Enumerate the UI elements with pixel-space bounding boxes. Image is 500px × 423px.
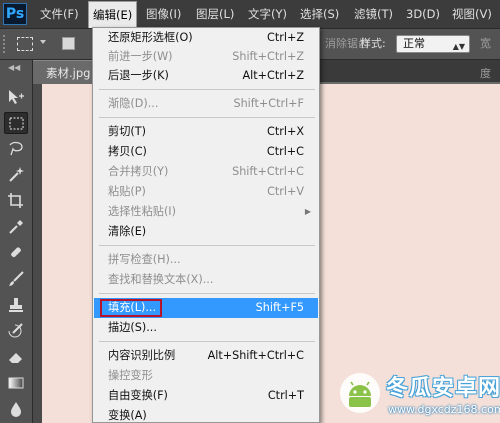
menu-item-step-forward[interactable]: 前进一步(W) Shift+Ctrl+Z: [94, 47, 318, 67]
style-select[interactable]: 正常 ▲▼: [396, 35, 470, 53]
updown-arrow-icon: ▲▼: [452, 42, 465, 51]
new-selection-icon[interactable]: [62, 37, 75, 50]
menu-select[interactable]: 选择(S): [300, 0, 339, 28]
brush-tool-icon[interactable]: [4, 268, 28, 290]
blur-tool-icon[interactable]: [4, 398, 28, 420]
menu-item-copy[interactable]: 拷贝(C) Ctrl+C: [94, 142, 318, 162]
gradient-tool-icon[interactable]: [4, 372, 28, 394]
style-label: 样式:: [360, 37, 386, 50]
menu-image[interactable]: 图像(I): [146, 0, 181, 28]
watermark-url: www.dgxcdz168.com: [388, 403, 500, 416]
menu-separator: [99, 293, 315, 294]
menu-file[interactable]: 文件(F): [40, 0, 79, 28]
menu-item-spell-check[interactable]: 拼写检查(H)...: [94, 250, 318, 270]
menu-view[interactable]: 视图(V): [452, 0, 492, 28]
menu-separator: [99, 341, 315, 342]
watermark-title: 冬瓜安卓网: [386, 376, 500, 401]
rectangular-marquee-tool-icon[interactable]: [4, 112, 28, 134]
history-brush-tool-icon[interactable]: [4, 320, 28, 342]
document-tab-label: 素材.jpg: [46, 66, 91, 80]
menu-item-content-aware-scale[interactable]: 内容识别比例 Alt+Shift+Ctrl+C: [94, 346, 318, 366]
panel-collapse-icon[interactable]: ◀◀: [8, 63, 20, 72]
document-tab[interactable]: 素材.jpg: [33, 60, 93, 83]
site-watermark: 冬瓜安卓网 www.dgxcdz168.com: [338, 368, 500, 423]
android-logo-icon: [340, 373, 380, 413]
tools-panel: ◀◀: [0, 60, 33, 423]
healing-brush-tool-icon[interactable]: [4, 242, 28, 264]
menu-item-find-replace[interactable]: 查找和替换文本(X)...: [94, 270, 318, 290]
menu-item-step-backward[interactable]: 后退一步(K) Alt+Ctrl+Z: [94, 66, 318, 86]
menu-item-stroke[interactable]: 描边(S)...: [94, 318, 318, 338]
vertical-ruler: [33, 84, 42, 423]
marquee-preset-icon[interactable]: [17, 37, 33, 51]
edit-menu-dropdown: 还原矩形选框(O) Ctrl+Z 前进一步(W) Shift+Ctrl+Z 后退…: [92, 27, 320, 423]
menu-item-undo[interactable]: 还原矩形选框(O) Ctrl+Z: [94, 28, 318, 48]
photoshop-logo: Ps: [3, 3, 27, 25]
menu-item-clear[interactable]: 清除(E): [94, 222, 318, 242]
eraser-tool-icon[interactable]: [4, 346, 28, 368]
menu-item-cut[interactable]: 剪切(T) Ctrl+X: [94, 122, 318, 142]
menu-item-paste[interactable]: 粘贴(P) Ctrl+V: [94, 182, 318, 202]
submenu-arrow-icon: ▶: [304, 207, 311, 216]
menu-separator: [99, 245, 315, 246]
eyedropper-tool-icon[interactable]: [4, 216, 28, 238]
chevron-down-icon[interactable]: [40, 40, 46, 44]
menu-filter[interactable]: 滤镜(T): [354, 0, 393, 28]
menu-edit[interactable]: 编辑(E): [88, 1, 138, 28]
width-label: 宽度: [480, 37, 491, 80]
move-tool-icon[interactable]: [4, 86, 28, 108]
menu-item-puppet-warp[interactable]: 操控变形: [94, 366, 318, 386]
menu-item-fade[interactable]: 渐隐(D)... Shift+Ctrl+F: [94, 94, 318, 114]
magic-wand-tool-icon[interactable]: [4, 164, 28, 186]
menu-item-fill[interactable]: 填充(L)... Shift+F5: [94, 298, 318, 318]
menu-item-transform[interactable]: 变换(A): [94, 406, 318, 422]
menu-item-paste-special[interactable]: 选择性粘贴(I) ▶: [94, 202, 318, 222]
crop-tool-icon[interactable]: [4, 190, 28, 212]
menu-item-free-transform[interactable]: 自由变换(F) Ctrl+T: [94, 386, 318, 406]
clone-stamp-tool-icon[interactable]: [4, 294, 28, 316]
style-select-value: 正常: [403, 37, 425, 50]
menu-type[interactable]: 文字(Y): [248, 0, 287, 28]
menu-item-copy-merged[interactable]: 合并拷贝(Y) Shift+Ctrl+C: [94, 162, 318, 182]
menu-separator: [99, 89, 315, 90]
menu-layer[interactable]: 图层(L): [196, 0, 234, 28]
menu-separator: [99, 117, 315, 118]
options-bar-grip[interactable]: [3, 35, 11, 53]
menu-3d[interactable]: 3D(D): [406, 0, 440, 28]
lasso-tool-icon[interactable]: [4, 138, 28, 160]
menu-bar: Ps 文件(F) 编辑(E) 图像(I) 图层(L) 文字(Y) 选择(S) 滤…: [0, 0, 500, 29]
